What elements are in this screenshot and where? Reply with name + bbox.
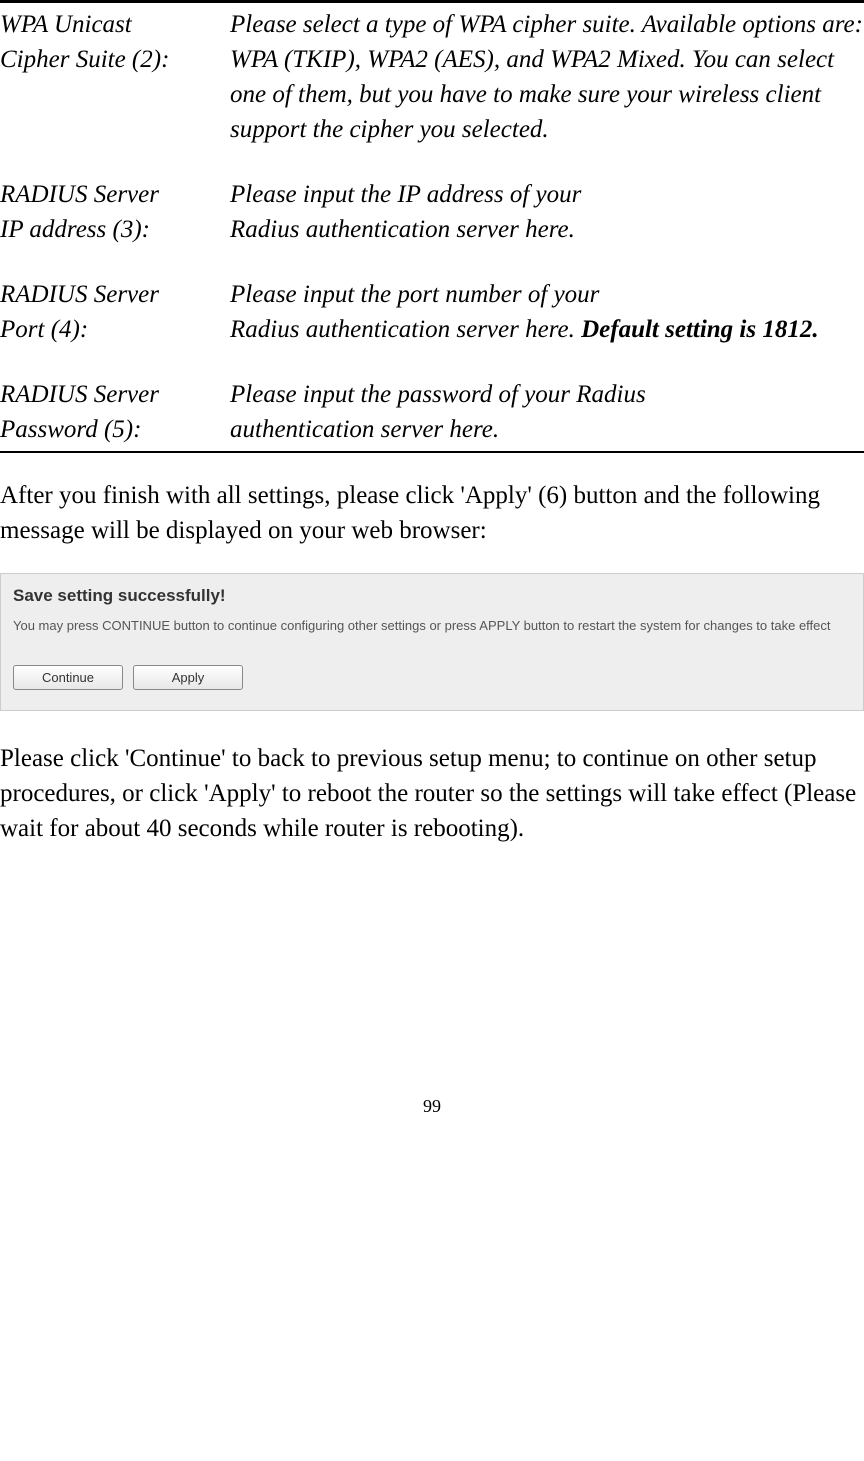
setting-desc: Please input the password of your Radius… [230, 377, 864, 447]
label-line2: Cipher Suite (2): [0, 46, 169, 73]
setting-desc: Please select a type of WPA cipher suite… [230, 7, 864, 147]
setting-label: RADIUS Server Port (4): [0, 277, 230, 347]
continue-button[interactable]: Continue [13, 665, 123, 690]
setting-label: WPA Unicast Cipher Suite (2): [0, 7, 230, 147]
dialog-title: Save setting successfully! [13, 586, 851, 606]
label-line1: RADIUS Server [0, 281, 159, 308]
label-line1: WPA Unicast [0, 11, 132, 38]
paragraph-after-dialog: Please click 'Continue' to back to previ… [0, 741, 864, 846]
settings-table: WPA Unicast Cipher Suite (2): Please sel… [0, 0, 864, 453]
desc-line2-bold: Default setting is 1812. [581, 316, 819, 343]
page-number: 99 [0, 1096, 864, 1117]
label-line2: Port (4): [0, 316, 88, 343]
desc-line2: Radius authentication server here. [230, 216, 575, 243]
label-line1: RADIUS Server [0, 381, 159, 408]
desc-line2-prefix: Radius authentication server here. [230, 316, 581, 343]
desc-line1: Please input the port number of your [230, 281, 599, 308]
setting-row-wpa-cipher: WPA Unicast Cipher Suite (2): Please sel… [0, 7, 864, 147]
desc-line1: Please input the password of your Radius [230, 381, 646, 408]
setting-row-radius-password: RADIUS Server Password (5): Please input… [0, 377, 864, 447]
dialog-text: You may press CONTINUE button to continu… [13, 618, 851, 635]
setting-row-radius-port: RADIUS Server Port (4): Please input the… [0, 277, 864, 347]
setting-desc: Please input the IP address of your Radi… [230, 177, 864, 247]
paragraph-before-dialog: After you finish with all settings, plea… [0, 478, 864, 548]
setting-label: RADIUS Server Password (5): [0, 377, 230, 447]
desc-line2: authentication server here. [230, 416, 499, 443]
setting-label: RADIUS Server IP address (3): [0, 177, 230, 247]
dialog-buttons: Continue Apply [13, 665, 851, 690]
apply-button[interactable]: Apply [133, 665, 243, 690]
setting-row-radius-ip: RADIUS Server IP address (3): Please inp… [0, 177, 864, 247]
label-line2: Password (5): [0, 416, 141, 443]
save-dialog: Save setting successfully! You may press… [0, 573, 864, 711]
setting-desc: Please input the port number of your Rad… [230, 277, 864, 347]
desc-line1: Please input the IP address of your [230, 181, 581, 208]
label-line1: RADIUS Server [0, 181, 159, 208]
label-line2: IP address (3): [0, 216, 150, 243]
